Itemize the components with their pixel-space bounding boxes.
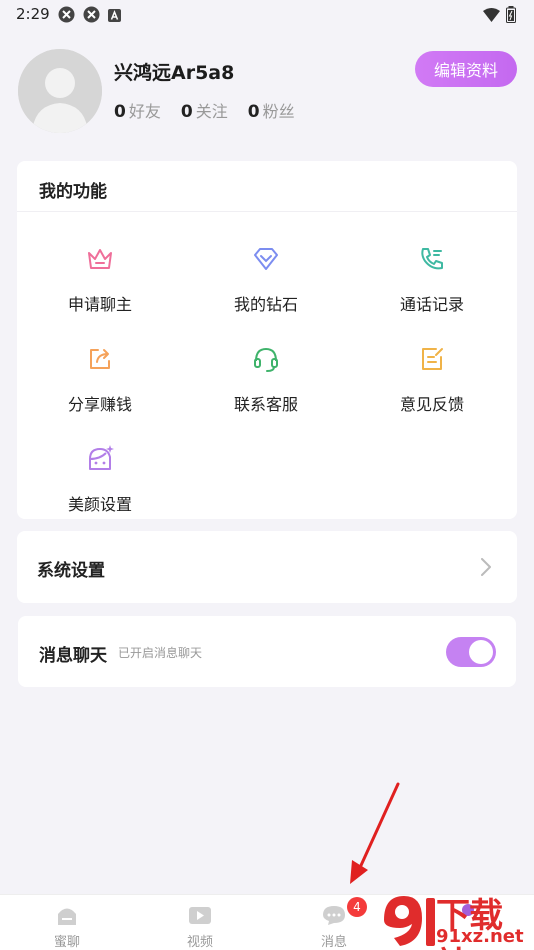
share-icon	[90, 349, 110, 369]
stat-count: 0	[180, 102, 193, 122]
crown-icon	[88, 249, 112, 269]
wifi-icon	[483, 7, 500, 26]
my-functions-card: 我的功能 申请聊主 我的钻石 通话记录 分享赚钱 联系客服 意见反馈 美颜设置	[17, 161, 517, 519]
func-share-earn[interactable]: 分享赚钱	[17, 343, 183, 433]
chat-description: 已开启消息聊天	[118, 646, 203, 660]
tab-label: 蜜聊	[53, 935, 80, 950]
func-label: 通话记录	[399, 295, 464, 314]
username: 兴鸿远Ar5a8	[114, 62, 235, 84]
beauty-icon	[89, 445, 114, 470]
stat-label: 好友	[128, 102, 161, 121]
func-label: 美颜设置	[67, 495, 132, 514]
system-settings-row[interactable]: 系统设置	[17, 531, 517, 603]
avatar[interactable]	[18, 49, 102, 133]
tab-label: 视频	[186, 935, 213, 950]
watermark-url: 91xz.net	[436, 926, 524, 947]
message-chat-toggle[interactable]	[446, 637, 496, 667]
notification-icon	[58, 6, 75, 27]
stat-label: 关注	[195, 102, 228, 121]
video-icon	[189, 907, 211, 924]
func-label: 意见反馈	[399, 395, 464, 414]
stat-following[interactable]: 0 关注	[181, 98, 228, 122]
chat-label: 消息聊天	[39, 646, 107, 666]
notification-icon	[83, 6, 100, 27]
settings-label: 系统设置	[37, 561, 105, 581]
stat-fans[interactable]: 0 粉丝	[248, 98, 295, 122]
headset-icon	[254, 347, 278, 372]
status-bar: 2:29	[0, 0, 534, 28]
divider	[17, 211, 517, 212]
stat-label: 粉丝	[262, 102, 295, 121]
message-icon	[323, 906, 345, 925]
message-chat-row: 消息聊天 已开启消息聊天	[18, 616, 516, 687]
status-notification-icons	[58, 6, 121, 27]
status-system-icons	[483, 6, 516, 27]
stat-count: 0	[247, 102, 260, 122]
func-contact-service[interactable]: 联系客服	[183, 343, 349, 433]
phone-icon	[421, 248, 443, 270]
feedback-icon	[422, 348, 443, 370]
stat-friends[interactable]: 0 好友	[114, 98, 161, 122]
stat-count: 0	[114, 102, 126, 122]
diamond-icon	[254, 248, 278, 270]
status-time: 2:29	[16, 5, 50, 23]
func-my-diamonds[interactable]: 我的钻石	[183, 243, 349, 333]
func-feedback[interactable]: 意见反馈	[349, 343, 515, 433]
func-apply-host[interactable]: 申请聊主	[17, 243, 183, 333]
func-label: 联系客服	[233, 395, 298, 414]
message-badge: 4	[347, 897, 367, 917]
tab-messages[interactable]: 消息	[284, 895, 384, 950]
edit-profile-button[interactable]: 编辑资料	[415, 51, 517, 87]
tab-home[interactable]: 蜜聊	[17, 895, 117, 950]
func-label: 分享赚钱	[67, 395, 132, 414]
battery-icon	[506, 6, 516, 27]
func-beauty-settings[interactable]: 美颜设置	[17, 443, 183, 533]
default-avatar-icon	[18, 49, 102, 133]
home-icon	[58, 908, 76, 925]
app-a-icon	[108, 7, 121, 26]
func-call-history[interactable]: 通话记录	[349, 243, 515, 333]
tab-label: 消息	[320, 935, 347, 950]
toggle-knob	[469, 640, 493, 664]
functions-title: 我的功能	[39, 182, 107, 202]
chevron-right-icon	[481, 558, 491, 576]
profile-stats: 0 好友 0 关注 0 粉丝	[114, 98, 295, 122]
func-label: 申请聊主	[67, 295, 132, 314]
annotation-arrow-icon	[350, 782, 400, 884]
func-label: 我的钻石	[233, 295, 298, 314]
tab-video[interactable]: 视频	[150, 895, 250, 950]
